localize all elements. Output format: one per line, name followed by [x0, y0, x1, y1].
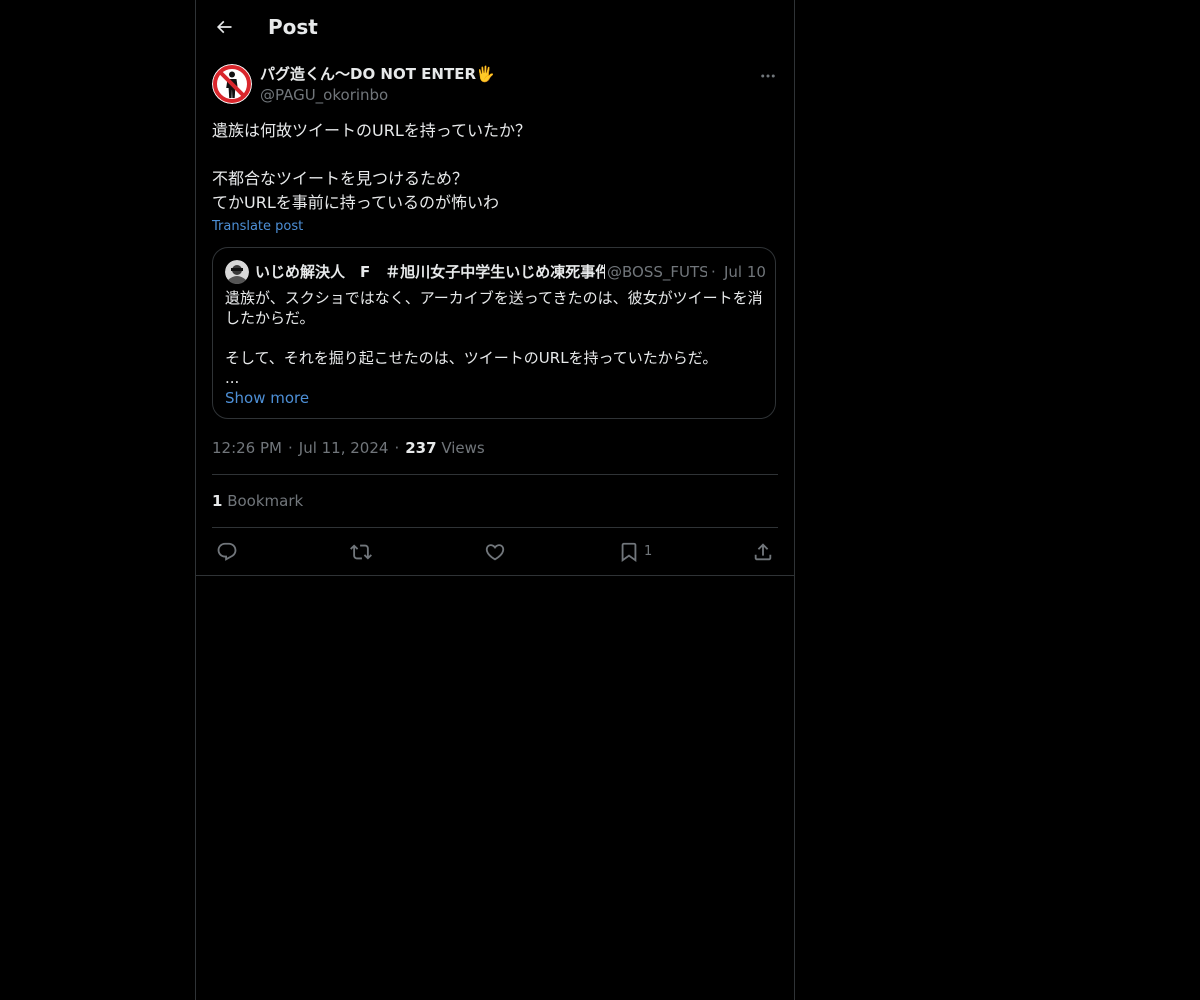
quoted-date: Jul 10 — [724, 263, 766, 281]
post-text-line: てかURLを事前に持っているのが怖いわ — [212, 193, 499, 212]
quoted-separator: · — [711, 263, 716, 281]
share-icon — [754, 543, 772, 561]
quoted-text-line: ... — [225, 369, 240, 387]
quoted-post[interactable]: いじめ解決人 F ＃旭川女子中学生いじめ凍死事件 @BOSS_FUTSU · J… — [212, 247, 776, 419]
back-button[interactable] — [210, 13, 238, 41]
author-display-name[interactable]: パグ造くん〜DO NOT ENTER🖐 — [260, 63, 495, 85]
quoted-text-line — [225, 328, 767, 348]
no-entry-avatar-icon — [212, 64, 252, 104]
avatar[interactable] — [212, 64, 252, 104]
bookmark-stats[interactable]: 1 Bookmark — [212, 491, 303, 511]
post-text: 遺族は何故ツイートのURLを持っていたか？ 不都合なツイートを見つけるため？ て… — [212, 119, 778, 215]
divider — [196, 575, 794, 576]
views-label: Views — [441, 439, 485, 457]
post-date[interactable]: Jul 11, 2024 — [299, 439, 389, 457]
post-metadata: 12:26 PM · Jul 11, 2024 · 237 Views — [212, 438, 485, 458]
translate-post-link[interactable]: Translate post — [212, 218, 303, 236]
bookmark-button[interactable]: 1 — [618, 538, 652, 566]
bookmark-icon — [621, 542, 637, 563]
quoted-text: 遺族が、スクショではなく、アーカイブを送ってきたのは、彼女がツイートを消 したか… — [225, 288, 767, 388]
reply-button[interactable] — [216, 538, 238, 566]
post-column: Post パグ造くん〜DO NOT ENTER🖐 @PAGU_okorinbo … — [195, 0, 795, 1000]
show-more-link[interactable]: Show more — [225, 388, 309, 408]
divider — [212, 527, 778, 528]
like-icon — [485, 544, 505, 561]
quoted-text-line: したからだ。 — [225, 309, 315, 327]
quoted-display-name: いじめ解決人 F ＃旭川女子中学生いじめ凍死事件 — [255, 263, 605, 281]
share-button[interactable] — [752, 538, 774, 566]
quoted-avatar — [225, 260, 249, 284]
divider — [212, 474, 778, 475]
post-text-line: 遺族は何故ツイートのURLを持っていたか？ — [212, 121, 531, 140]
more-horizontal-icon — [761, 74, 775, 78]
quoted-text-line: 遺族が、スクショではなく、アーカイブを送ってきたのは、彼女がツイートを消 — [225, 289, 763, 307]
reply-icon — [217, 542, 237, 561]
page-title: Post — [268, 15, 318, 39]
bookmark-stat-label: Bookmark — [227, 492, 304, 510]
author-handle[interactable]: @PAGU_okorinbo — [260, 85, 388, 105]
repost-button[interactable] — [350, 538, 372, 566]
quoted-handle: @BOSS_FUTSU — [607, 263, 707, 281]
arrow-left-icon — [216, 20, 232, 34]
quoted-avatar-icon — [225, 260, 249, 284]
post-text-line — [212, 143, 778, 167]
post-text-line: 不都合なツイートを見つけるため？ — [212, 169, 469, 188]
retweet-icon — [350, 544, 372, 560]
like-button[interactable] — [484, 538, 506, 566]
views-count: 237 — [405, 439, 437, 457]
more-options-button[interactable] — [754, 62, 782, 90]
meta-separator: · — [394, 439, 400, 457]
page-header: Post — [196, 0, 794, 54]
post-time[interactable]: 12:26 PM — [212, 439, 282, 457]
meta-separator: · — [287, 439, 293, 457]
bookmark-stat-count: 1 — [212, 492, 223, 510]
quoted-text-line: そして、それを掘り起こせたのは、ツイートのURLを持っていたからだ。 — [225, 349, 718, 367]
bookmark-count: 1 — [644, 544, 653, 559]
